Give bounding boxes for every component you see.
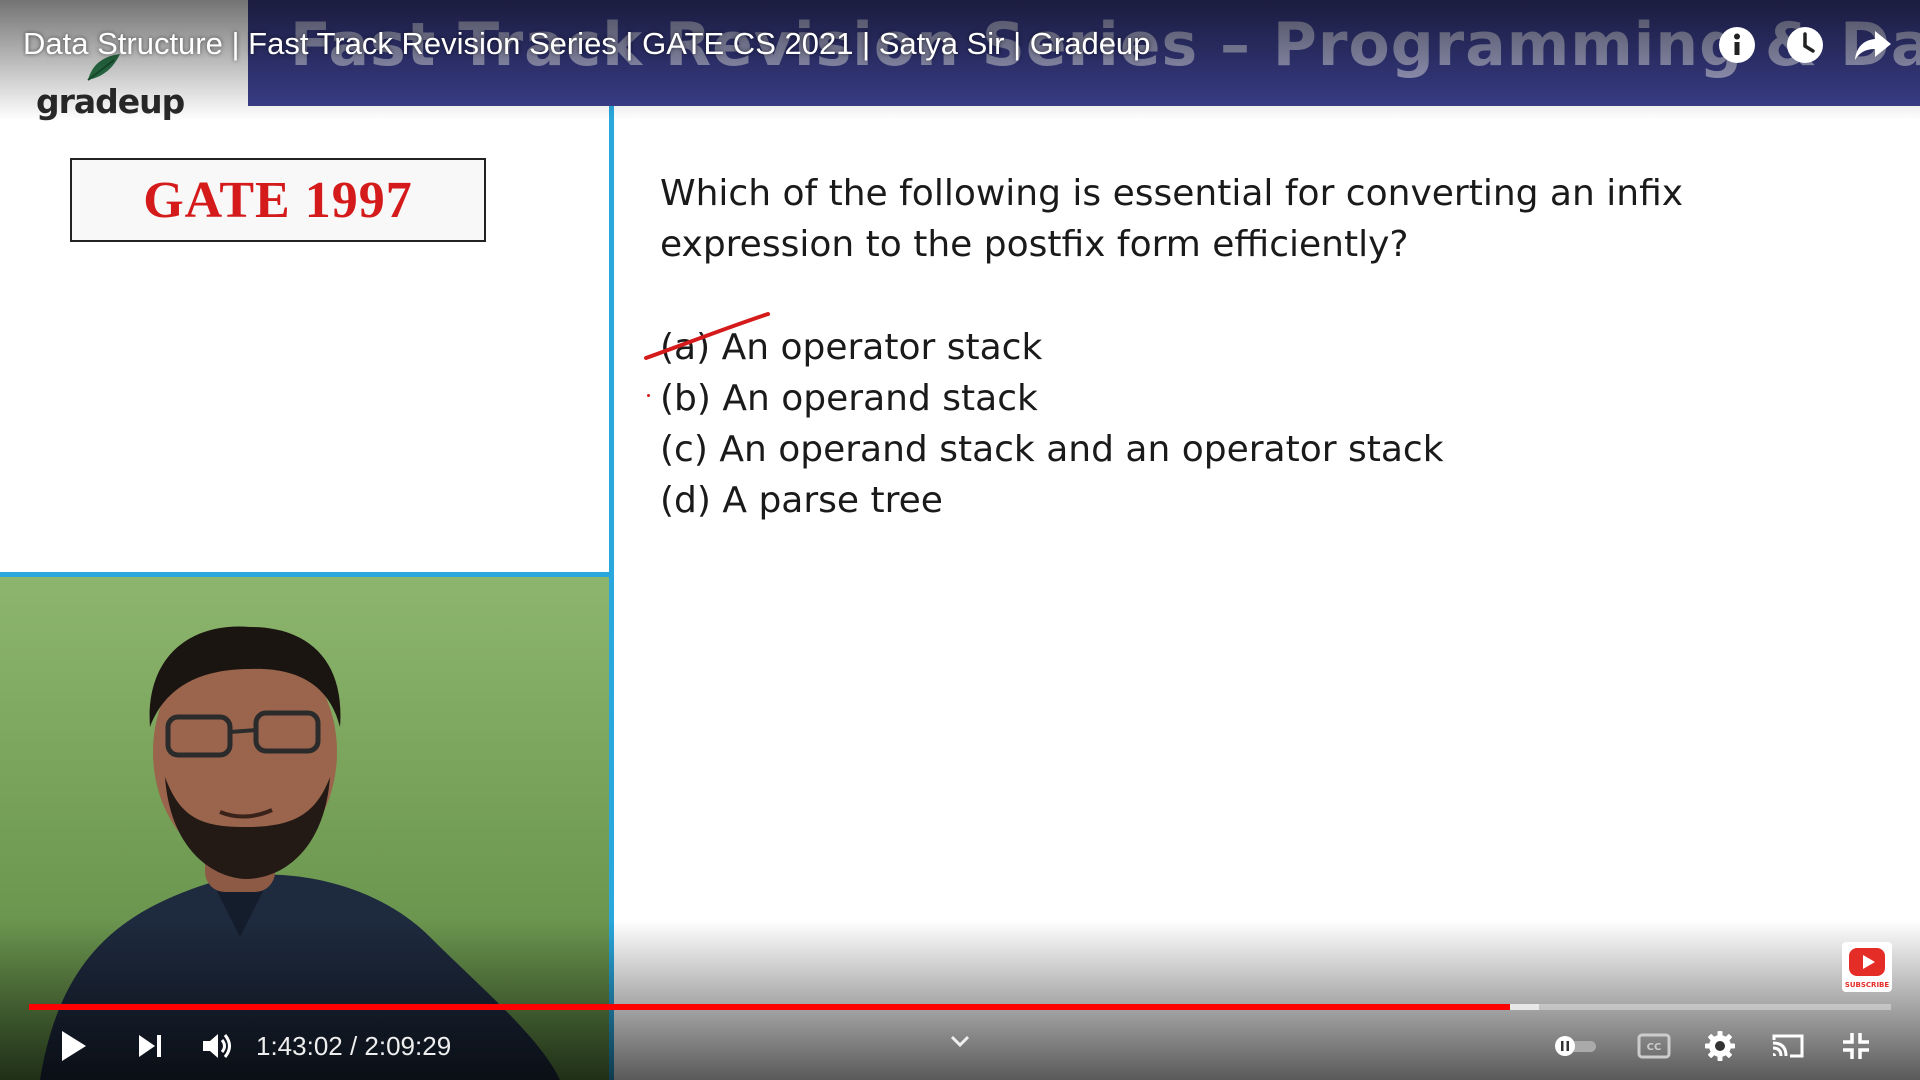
annotation-dot	[647, 394, 650, 397]
exit-fullscreen-button[interactable]	[1834, 1024, 1878, 1068]
autoplay-toggle[interactable]	[1553, 1024, 1599, 1068]
share-button[interactable]	[1850, 22, 1896, 68]
captions-button[interactable]: CC	[1634, 1024, 1674, 1068]
next-icon	[139, 1035, 161, 1057]
vertical-divider	[609, 106, 614, 1080]
play-icon	[62, 1031, 86, 1061]
video-player[interactable]: Fast Track Revision Series – Programming…	[0, 0, 1920, 1080]
captions-icon: CC	[1637, 1033, 1671, 1059]
option-b: (b) An operand stack	[660, 378, 1038, 419]
exam-tag: GATE 1997	[143, 171, 413, 229]
gear-icon	[1705, 1031, 1735, 1061]
volume-icon	[203, 1034, 231, 1058]
svg-text:CC: CC	[1647, 1042, 1662, 1053]
question-text: Which of the following is essential for …	[660, 173, 1684, 265]
info-icon	[1719, 27, 1755, 63]
settings-button[interactable]	[1698, 1024, 1742, 1068]
watch-later-button[interactable]	[1782, 22, 1828, 68]
progress-played	[29, 1004, 1511, 1010]
share-icon	[1855, 31, 1891, 60]
logo-text: gradeup	[36, 82, 185, 121]
exit-fullscreen-icon	[1843, 1033, 1869, 1059]
video-title[interactable]: Data Structure | Fast Track Revision Ser…	[23, 26, 1150, 62]
subscribe-badge[interactable]: SUBSCRIBE	[1842, 942, 1892, 992]
option-d: (d) A parse tree	[660, 480, 943, 521]
info-button[interactable]	[1714, 22, 1760, 68]
chevron-button[interactable]	[940, 1026, 980, 1056]
subscribe-label: SUBSCRIBE	[1844, 981, 1890, 989]
play-button[interactable]	[52, 1024, 96, 1068]
clock-icon	[1787, 27, 1823, 63]
cast-icon	[1772, 1034, 1804, 1058]
gradeup-logo: gradeup	[0, 0, 248, 130]
option-c: (c) An operand stack and an operator sta…	[660, 429, 1444, 470]
cast-button[interactable]	[1766, 1024, 1810, 1068]
volume-button[interactable]	[196, 1024, 240, 1068]
next-button[interactable]	[128, 1024, 172, 1068]
time-display: 1:43:02 / 2:09:29	[256, 1030, 452, 1061]
autoplay-toggle-icon	[1555, 1036, 1596, 1056]
strike-annotation	[644, 312, 770, 360]
exam-tag-box: GATE 1997	[70, 158, 486, 242]
chevron-down-icon	[950, 1035, 970, 1047]
progress-bar[interactable]	[29, 1004, 1891, 1010]
